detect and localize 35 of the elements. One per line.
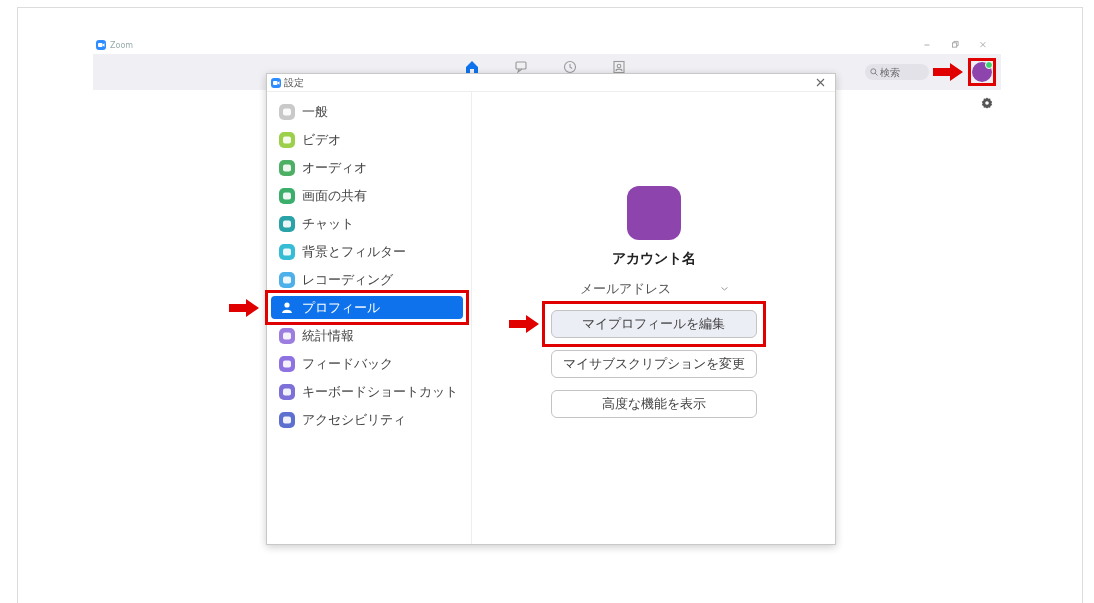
profile-button[interactable]: 高度な機能を表示 xyxy=(550,390,757,418)
clock-icon[interactable] xyxy=(563,60,577,74)
search-icon xyxy=(870,68,878,76)
sidebar-item[interactable]: ビデオ xyxy=(271,128,463,151)
account-name: アカウント名 xyxy=(611,250,696,268)
sidebar-item[interactable]: アクセシビリティ xyxy=(271,408,463,431)
sidebar-item[interactable]: オーディオ xyxy=(271,156,463,179)
sidebar-item[interactable]: プロフィール xyxy=(271,296,463,319)
sidebar-item[interactable]: 画面の共有 xyxy=(271,184,463,207)
sidebar-item[interactable]: キーボードショートカット xyxy=(271,380,463,403)
sidebar-item[interactable]: チャット xyxy=(271,212,463,235)
profile-avatar xyxy=(626,186,681,240)
sidebar-item[interactable]: 一般 xyxy=(271,100,463,123)
profile-button[interactable]: マイサブスクリプションを変更 xyxy=(550,350,757,378)
camera-logo-icon xyxy=(271,77,281,88)
sidebar-item[interactable]: レコーディング xyxy=(271,268,463,291)
camera-logo-icon xyxy=(96,40,106,50)
contact-icon[interactable] xyxy=(612,60,626,74)
annotation-arrow-icon xyxy=(508,315,539,333)
sidebar-item[interactable]: フィードバック xyxy=(271,352,463,375)
close-icon xyxy=(816,78,825,87)
home-icon[interactable] xyxy=(465,60,479,74)
dialog-title: 設定 xyxy=(284,75,304,90)
settings-icon[interactable] xyxy=(981,97,993,109)
annotation-arrow-icon xyxy=(229,299,259,317)
sidebar-item[interactable]: 統計情報 xyxy=(271,324,463,347)
app-title: Zoom xyxy=(110,40,134,50)
caret-icon xyxy=(720,287,728,291)
search-field[interactable]: 検索 xyxy=(865,64,929,80)
status-dot xyxy=(985,61,993,69)
email-address: メールアドレス xyxy=(579,280,671,298)
profile-button[interactable]: マイプロフィールを編集 xyxy=(550,310,757,338)
sidebar-item[interactable]: 背景とフィルター xyxy=(271,240,463,263)
chat-icon[interactable] xyxy=(514,60,528,74)
annotation-arrow-icon xyxy=(933,63,963,81)
